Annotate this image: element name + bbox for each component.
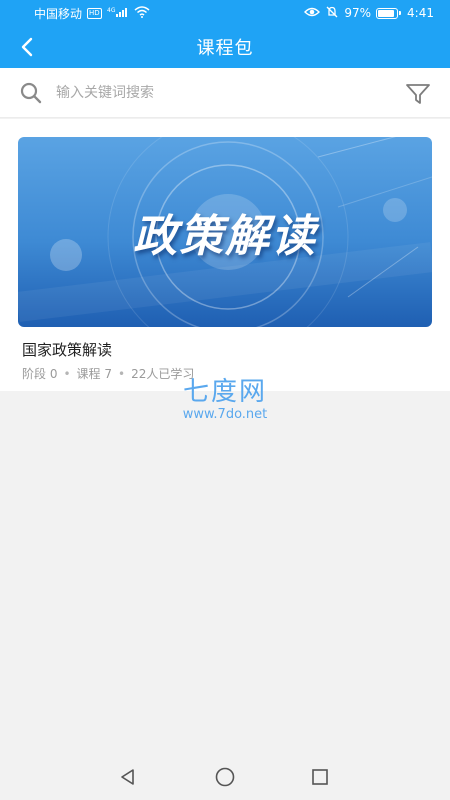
- meta-separator: •: [117, 366, 126, 381]
- mute-icon: [325, 5, 339, 22]
- wifi-icon: [134, 5, 150, 21]
- status-bar: 中国移动 HD 4G 97% 4:41: [0, 0, 450, 26]
- watermark-url: www.7do.net: [182, 407, 268, 422]
- search-icon[interactable]: [19, 81, 43, 105]
- hd-badge: HD: [87, 7, 102, 19]
- status-right: 97% 4:41: [304, 5, 434, 22]
- chevron-left-icon: [21, 37, 33, 57]
- eye-icon: [304, 6, 321, 21]
- network-type: 4G: [107, 7, 116, 14]
- battery-percent: 97%: [344, 6, 372, 20]
- course-count: 课程 7: [76, 367, 112, 381]
- app-header: 课程包: [0, 26, 450, 68]
- search-bar: [0, 68, 450, 118]
- battery-icon: [376, 7, 402, 19]
- course-title[interactable]: 国家政策解读: [22, 339, 112, 360]
- course-card[interactable]: 政策解读 国家政策解读 阶段 0 • 课程 7 • 22人已学习: [0, 119, 450, 391]
- status-left: 中国移动 HD 4G: [34, 5, 150, 22]
- back-triangle-icon[interactable]: [117, 766, 139, 788]
- cover-title-text: 政策解读: [133, 211, 317, 262]
- back-button[interactable]: [14, 34, 40, 60]
- stage-count: 阶段 0: [22, 367, 58, 381]
- course-meta: 阶段 0 • 课程 7 • 22人已学习: [22, 365, 194, 382]
- filter-button[interactable]: [404, 80, 432, 108]
- signal-icon: 4G: [107, 6, 129, 21]
- watermark-logo: 七度网: [182, 377, 267, 407]
- page-title: 课程包: [196, 38, 254, 59]
- watermark: 七度网 www.7do.net: [170, 377, 280, 423]
- search-input[interactable]: [56, 80, 386, 106]
- clock: 4:41: [407, 6, 434, 20]
- home-circle-icon[interactable]: [214, 766, 236, 788]
- system-nav-bar: [0, 752, 450, 800]
- filter-icon: [406, 84, 430, 104]
- carrier-name: 中国移动: [34, 6, 83, 21]
- recents-square-icon[interactable]: [309, 766, 331, 788]
- course-cover-image[interactable]: 政策解读: [18, 137, 432, 327]
- meta-separator: •: [63, 366, 71, 381]
